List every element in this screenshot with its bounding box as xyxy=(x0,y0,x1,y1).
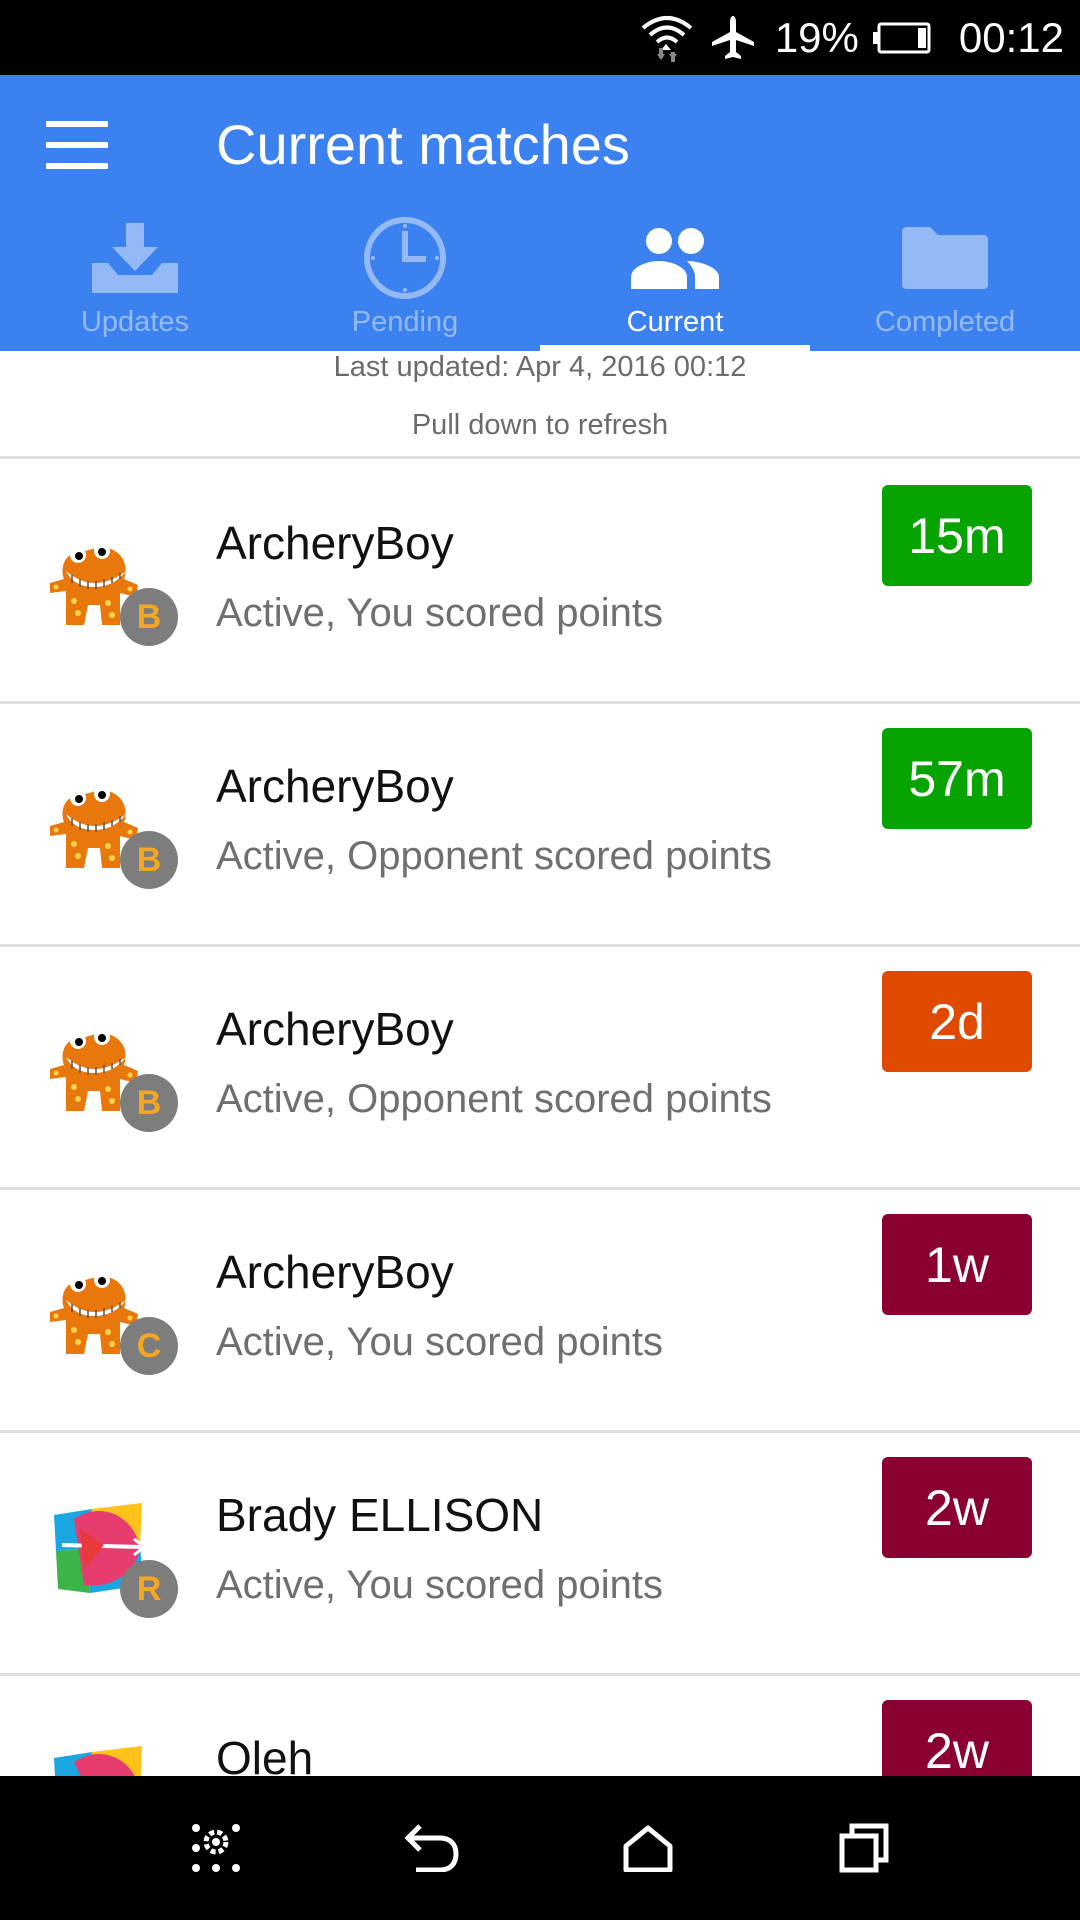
match-row[interactable]: R Brady ELLISON Active, You scored point… xyxy=(0,1433,1080,1676)
status-icons: 19% 00:12 xyxy=(639,0,1064,75)
match-status: Active, You scored points xyxy=(216,591,663,635)
back-icon[interactable] xyxy=(382,1798,482,1898)
match-status: Active, You scored points xyxy=(216,1563,663,1607)
clock-icon xyxy=(362,214,448,302)
time-badge: 2w xyxy=(882,1457,1032,1558)
monster-avatar: B xyxy=(44,760,184,900)
settings-grid-icon[interactable] xyxy=(166,1798,266,1898)
wifi-icon xyxy=(639,12,695,64)
level-badge: B xyxy=(120,831,178,889)
match-row[interactable]: B ArcheryBoy Active, You scored points 1… xyxy=(0,461,1080,704)
tab-updates[interactable]: Updates xyxy=(0,210,270,351)
tab-label: Current xyxy=(626,306,724,338)
player-name: ArcheryBoy xyxy=(216,1246,454,1298)
level-badge: B xyxy=(120,588,178,646)
match-list[interactable]: B ArcheryBoy Active, You scored points 1… xyxy=(0,461,1080,1776)
player-name: ArcheryBoy xyxy=(216,517,454,569)
folder-icon xyxy=(902,214,988,302)
recent-apps-icon[interactable] xyxy=(814,1798,914,1898)
airplane-mode-icon xyxy=(709,14,757,62)
people-icon xyxy=(631,214,719,302)
level-badge: B xyxy=(120,1074,178,1132)
level-badge: C xyxy=(120,1317,178,1375)
level-badge: R xyxy=(120,1560,178,1618)
tab-label: Completed xyxy=(874,306,1016,338)
download-icon xyxy=(92,214,178,302)
player-name: ArcheryBoy xyxy=(216,1003,454,1055)
status-clock: 00:12 xyxy=(958,13,1064,61)
tab-current[interactable]: Current xyxy=(540,210,810,351)
player-name: Oleh xyxy=(216,1732,314,1776)
tab-label: Updates xyxy=(80,306,189,338)
tab-bar: Updates Pending Current Completed xyxy=(0,210,1080,351)
battery-percent: 19% xyxy=(774,13,859,61)
player-name: ArcheryBoy xyxy=(216,760,454,812)
archery-logo-avatar xyxy=(44,1732,184,1776)
time-badge: 57m xyxy=(882,728,1032,829)
navigation-bar xyxy=(0,1776,1080,1920)
app-bar: Current matches Updates Pending Current … xyxy=(0,75,1080,351)
refresh-info: Last updated: Apr 4, 2016 00:12 Pull dow… xyxy=(0,351,1080,459)
battery-icon xyxy=(872,22,931,54)
match-status: Active, You scored points xyxy=(216,1320,663,1364)
page-title: Current matches xyxy=(216,113,630,176)
last-updated-text: Last updated: Apr 4, 2016 00:12 xyxy=(333,351,747,383)
time-badge: 2w xyxy=(882,1700,1032,1776)
match-row[interactable]: C ArcheryBoy Active, You scored points 1… xyxy=(0,1190,1080,1433)
player-name: Brady ELLISON xyxy=(216,1489,544,1541)
time-badge: 1w xyxy=(882,1214,1032,1315)
match-status: Active, Opponent scored points xyxy=(216,834,772,878)
match-status: Active, Opponent scored points xyxy=(216,1077,772,1121)
status-bar: 19% 00:12 xyxy=(0,0,1080,75)
hamburger-menu-icon[interactable] xyxy=(46,117,108,173)
match-row[interactable]: B ArcheryBoy Active, Opponent scored poi… xyxy=(0,947,1080,1190)
home-icon[interactable] xyxy=(598,1798,698,1898)
monster-avatar: B xyxy=(44,517,184,657)
time-badge: 2d xyxy=(882,971,1032,1072)
time-badge: 15m xyxy=(882,485,1032,586)
monster-avatar: C xyxy=(44,1246,184,1386)
archery-logo-avatar: R xyxy=(44,1489,184,1629)
tab-completed[interactable]: Completed xyxy=(810,210,1080,351)
match-row[interactable]: Oleh 2w xyxy=(0,1676,1080,1776)
pull-to-refresh-hint: Pull down to refresh xyxy=(411,409,669,441)
match-row[interactable]: B ArcheryBoy Active, Opponent scored poi… xyxy=(0,704,1080,947)
tab-pending[interactable]: Pending xyxy=(270,210,540,351)
monster-avatar: B xyxy=(44,1003,184,1143)
tab-label: Pending xyxy=(351,306,459,338)
